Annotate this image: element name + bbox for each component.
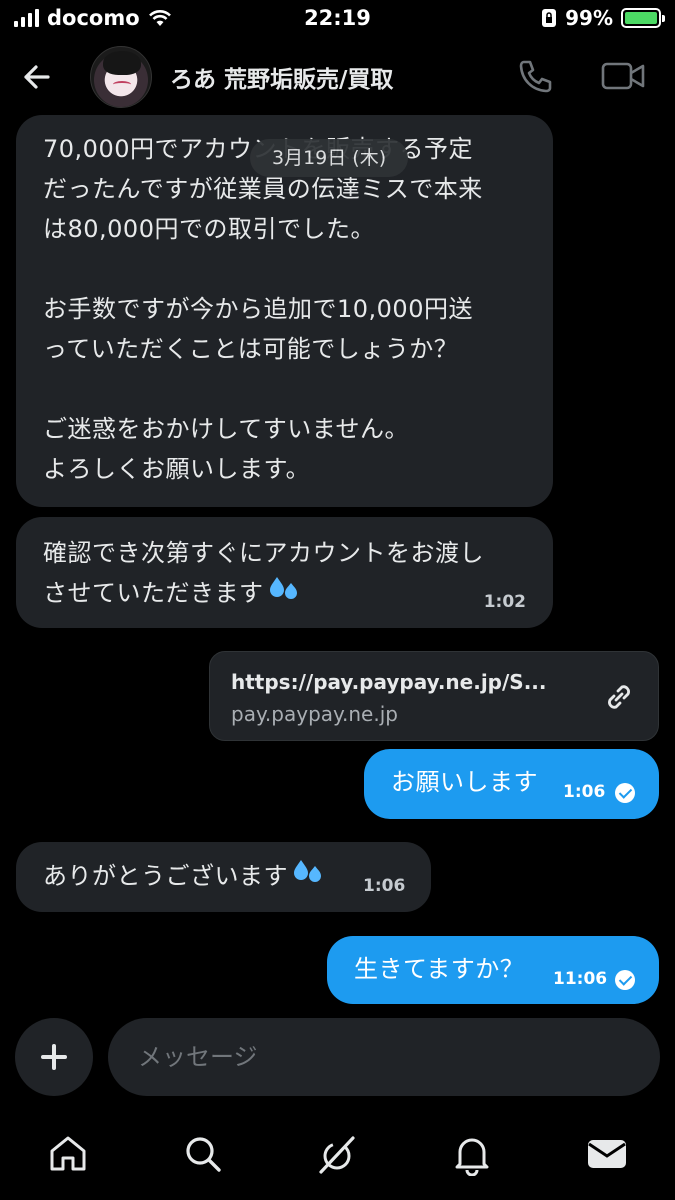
battery-percent: 99% <box>565 6 613 30</box>
message-time: 11:06 <box>553 969 608 989</box>
date-separator: 3月19日 (木) <box>250 139 409 177</box>
avatar[interactable] <box>90 46 152 108</box>
message-text: ありがとうございます <box>43 856 324 898</box>
battery-icon <box>621 8 665 28</box>
message-time: 1:02 <box>483 592 526 612</box>
read-check-icon <box>615 970 635 990</box>
arrow-left-icon[interactable] <box>18 58 56 96</box>
chat-title[interactable]: ろあ 荒野垢販売/買取 <box>170 60 393 94</box>
status-right: 99% <box>541 6 665 30</box>
orientation-lock-icon <box>542 9 557 27</box>
link-url: https://pay.paypay.ne.jp/S... <box>231 670 547 694</box>
message-bubble-incoming[interactable]: 確認でき次第すぐにアカウントをお渡し させていただきます 1:02 <box>16 517 553 628</box>
chat-header: ろあ 荒野垢販売/買取 <box>0 40 675 116</box>
grok-icon[interactable] <box>315 1132 359 1176</box>
read-check-icon <box>615 783 635 803</box>
message-time: 1:06 <box>563 782 606 802</box>
message-bubble-incoming[interactable]: ありがとうございます 1:06 <box>16 842 431 912</box>
message-input[interactable] <box>108 1018 660 1096</box>
message-bubble-outgoing[interactable]: お願いします 1:06 <box>364 749 659 819</box>
message-text-content: 確認でき次第すぐにアカウントをお渡し させていただきます <box>43 539 484 607</box>
home-icon[interactable] <box>46 1132 90 1176</box>
message-time: 1:06 <box>363 876 406 896</box>
phone-icon[interactable] <box>515 56 555 96</box>
message-text: 生きてますか？ <box>354 955 525 983</box>
sweat-droplets-emoji <box>268 573 300 615</box>
message-text: お願いします <box>391 768 538 796</box>
message-text-content: ありがとうございます <box>43 862 288 890</box>
search-icon[interactable] <box>181 1132 225 1176</box>
message-text: 70,000円でアカウントを販売する予定 だったんですが従業員の伝達ミスで本来 … <box>43 135 483 483</box>
message-text: 確認でき次第すぐにアカウントをお渡し させていただきます <box>43 533 543 615</box>
message-bubble-outgoing[interactable]: 生きてますか？ 11:06 <box>327 936 659 1004</box>
link-preview-card[interactable]: https://pay.paypay.ne.jp/S... pay.paypay… <box>209 651 659 741</box>
status-bar: docomo 22:19 99% <box>0 0 675 40</box>
add-attachment-button[interactable] <box>15 1018 93 1096</box>
link-domain: pay.paypay.ne.jp <box>231 702 398 726</box>
link-icon[interactable] <box>602 680 636 714</box>
sweat-droplets-emoji <box>292 856 324 898</box>
bottom-tab-bar <box>0 1120 675 1200</box>
mail-icon[interactable] <box>585 1132 629 1176</box>
bell-icon[interactable] <box>450 1132 494 1176</box>
video-camera-icon[interactable] <box>600 56 646 96</box>
